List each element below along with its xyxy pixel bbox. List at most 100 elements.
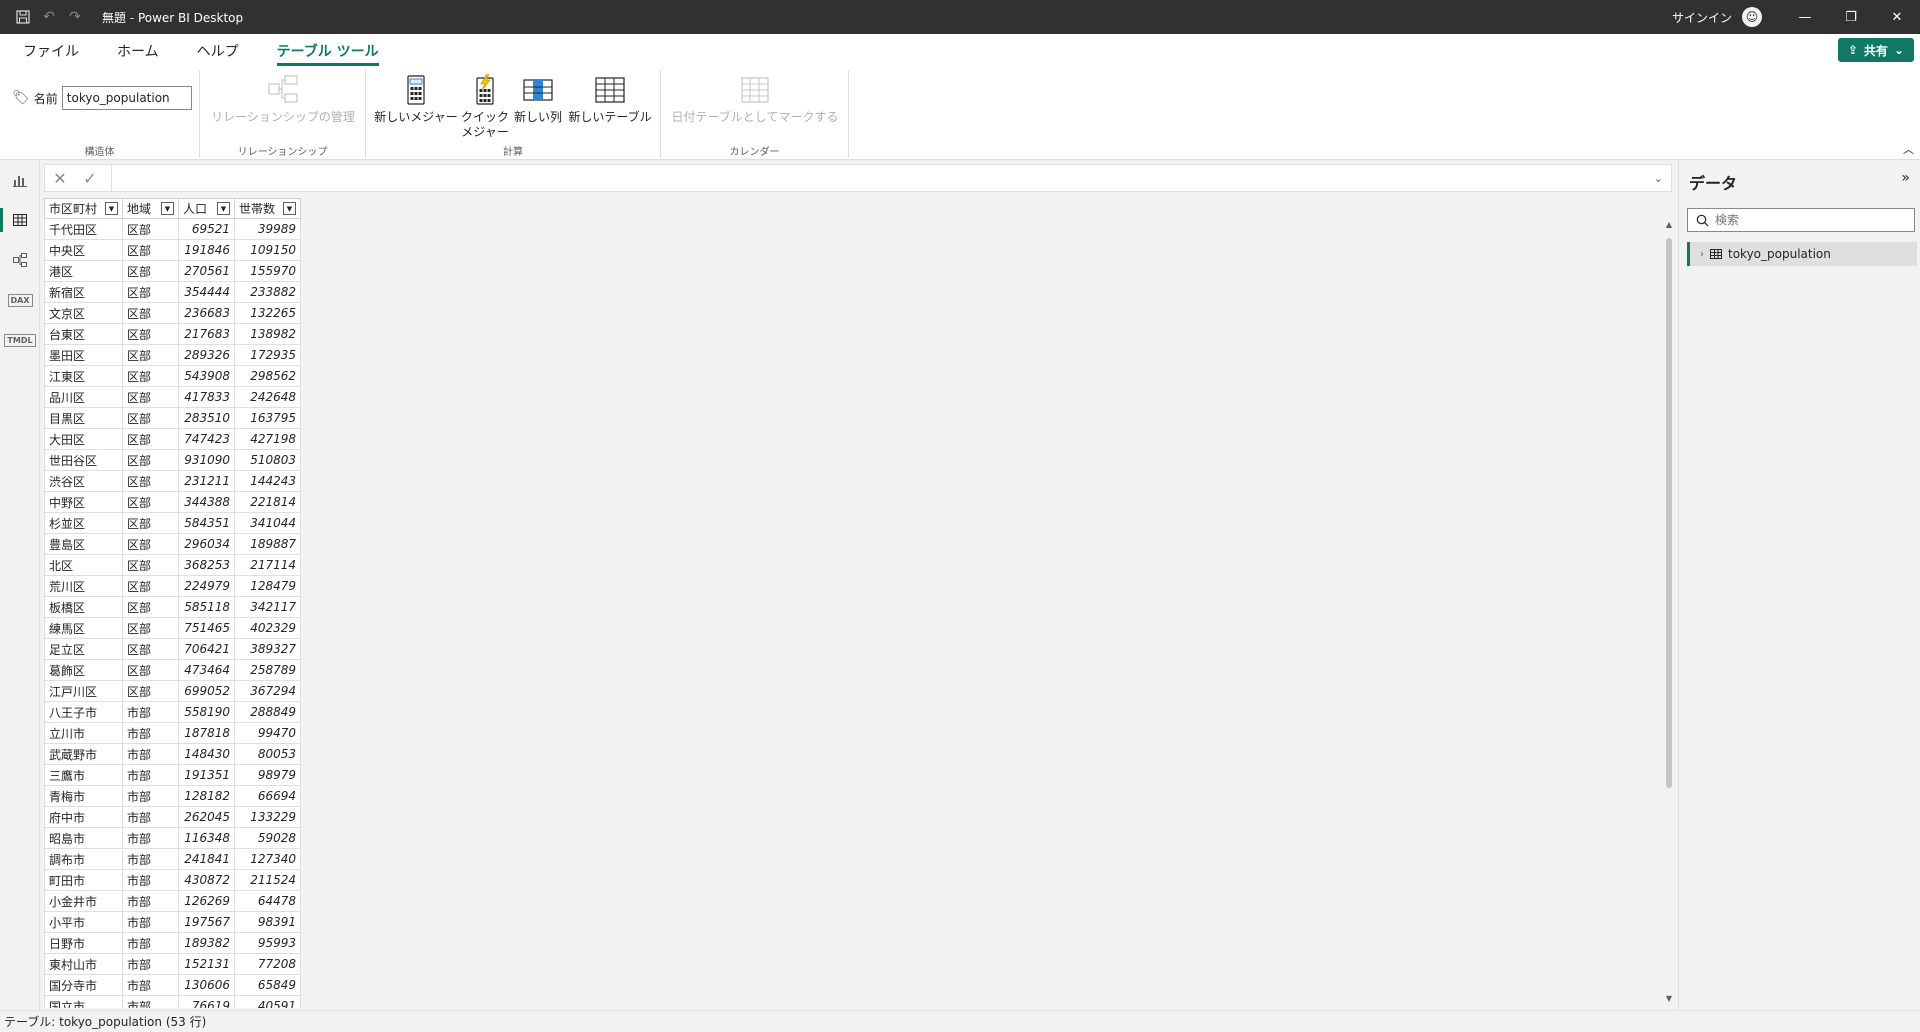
cell-population[interactable]: 368253 [178,554,235,576]
cell-population[interactable]: 187818 [178,722,235,744]
cell-population[interactable]: 191846 [178,239,235,261]
cell-population[interactable]: 706421 [178,638,235,660]
cell-region[interactable]: 市部 [122,974,179,996]
cell-population[interactable]: 76619 [178,995,235,1008]
cell-municipality[interactable]: 武蔵野市 [44,743,123,765]
cell-region[interactable]: 区部 [122,575,179,597]
minimize-button[interactable]: — [1782,0,1828,34]
cell-municipality[interactable]: 立川市 [44,722,123,744]
cell-municipality[interactable]: 港区 [44,260,123,282]
new-measure-button[interactable]: 新しいメジャー [374,74,458,125]
cell-households[interactable]: 80053 [234,743,301,765]
cell-population[interactable]: 747423 [178,428,235,450]
cell-region[interactable]: 市部 [122,764,179,786]
chevron-right-icon[interactable]: › [1700,249,1704,260]
cell-municipality[interactable]: 荒川区 [44,575,123,597]
cell-municipality[interactable]: 目黒区 [44,407,123,429]
column-header-region[interactable]: 地域 ▼ [122,198,179,219]
table-view-icon[interactable] [0,200,40,240]
cell-households[interactable]: 211524 [234,869,301,891]
cell-municipality[interactable]: 大田区 [44,428,123,450]
cell-region[interactable]: 市部 [122,848,179,870]
cell-municipality[interactable]: 渋谷区 [44,470,123,492]
quick-measure-button[interactable]: クイック メジャー [460,74,510,140]
model-view-icon[interactable] [0,240,40,280]
cell-region[interactable]: 区部 [122,680,179,702]
cell-municipality[interactable]: 千代田区 [44,218,123,240]
cell-municipality[interactable]: 墨田区 [44,344,123,366]
cell-households[interactable]: 138982 [234,323,301,345]
cell-region[interactable]: 区部 [122,491,179,513]
filter-dropdown-icon[interactable]: ▼ [105,202,118,215]
cell-region[interactable]: 市部 [122,869,179,891]
cell-households[interactable]: 342117 [234,596,301,618]
cell-region[interactable]: 市部 [122,722,179,744]
cell-households[interactable]: 77208 [234,953,301,975]
cell-households[interactable]: 189887 [234,533,301,555]
cell-households[interactable]: 298562 [234,365,301,387]
cell-municipality[interactable]: 杉並区 [44,512,123,534]
column-header-population[interactable]: 人口 ▼ [178,198,235,219]
cell-population[interactable]: 699052 [178,680,235,702]
cell-households[interactable]: 39989 [234,218,301,240]
table-name-input[interactable] [61,86,192,110]
cell-households[interactable]: 427198 [234,428,301,450]
cell-households[interactable]: 95993 [234,932,301,954]
cell-households[interactable]: 65849 [234,974,301,996]
cell-region[interactable]: 区部 [122,218,179,240]
cell-population[interactable]: 128182 [178,785,235,807]
commit-formula-icon[interactable]: ✓ [75,165,105,191]
cell-region[interactable]: 区部 [122,659,179,681]
cell-households[interactable]: 128479 [234,575,301,597]
cell-municipality[interactable]: 府中市 [44,806,123,828]
cell-population[interactable]: 584351 [178,512,235,534]
vertical-scrollbar[interactable]: ▲ ▼ [1664,220,1674,1006]
close-button[interactable]: ✕ [1874,0,1920,34]
tab-file[interactable]: ファイル [4,34,98,68]
restore-button[interactable]: ❐ [1828,0,1874,34]
cell-population[interactable]: 270561 [178,260,235,282]
cell-municipality[interactable]: 三鷹市 [44,764,123,786]
cell-households[interactable]: 40591 [234,995,301,1008]
cell-population[interactable]: 344388 [178,491,235,513]
cell-region[interactable]: 区部 [122,239,179,261]
expand-formula-icon[interactable]: ⌄ [1654,172,1663,185]
cell-region[interactable]: 区部 [122,638,179,660]
scroll-up-icon[interactable]: ▲ [1664,220,1674,232]
user-avatar-icon[interactable]: ☺ [1742,7,1762,27]
cell-municipality[interactable]: 世田谷区 [44,449,123,471]
cell-households[interactable]: 242648 [234,386,301,408]
collapse-ribbon-icon[interactable]: ︿ [1903,141,1914,157]
cell-municipality[interactable]: 国立市 [44,995,123,1008]
cell-population[interactable]: 189382 [178,932,235,954]
cell-households[interactable]: 132265 [234,302,301,324]
cell-region[interactable]: 区部 [122,596,179,618]
cancel-formula-icon[interactable]: ✕ [45,165,75,191]
cell-municipality[interactable]: 品川区 [44,386,123,408]
cell-households[interactable]: 64478 [234,890,301,912]
cell-region[interactable]: 市部 [122,743,179,765]
cell-population[interactable]: 473464 [178,659,235,681]
cell-municipality[interactable]: 新宿区 [44,281,123,303]
cell-region[interactable]: 区部 [122,470,179,492]
collapse-pane-icon[interactable]: » [1901,170,1910,186]
cell-households[interactable]: 233882 [234,281,301,303]
tab-help[interactable]: ヘルプ [178,34,258,68]
cell-municipality[interactable]: 東村山市 [44,953,123,975]
tmdl-view-icon[interactable]: TMDL [0,320,40,360]
cell-households[interactable]: 163795 [234,407,301,429]
cell-population[interactable]: 116348 [178,827,235,849]
cell-population[interactable]: 241841 [178,848,235,870]
cell-region[interactable]: 市部 [122,827,179,849]
cell-households[interactable]: 98979 [234,764,301,786]
cell-population[interactable]: 236683 [178,302,235,324]
cell-population[interactable]: 430872 [178,869,235,891]
cell-population[interactable]: 148430 [178,743,235,765]
cell-municipality[interactable]: 葛飾区 [44,659,123,681]
cell-municipality[interactable]: 小金井市 [44,890,123,912]
column-header-households[interactable]: 世帯数 ▼ [234,198,301,219]
cell-population[interactable]: 585118 [178,596,235,618]
cell-population[interactable]: 130606 [178,974,235,996]
cell-region[interactable]: 区部 [122,512,179,534]
cell-region[interactable]: 市部 [122,806,179,828]
